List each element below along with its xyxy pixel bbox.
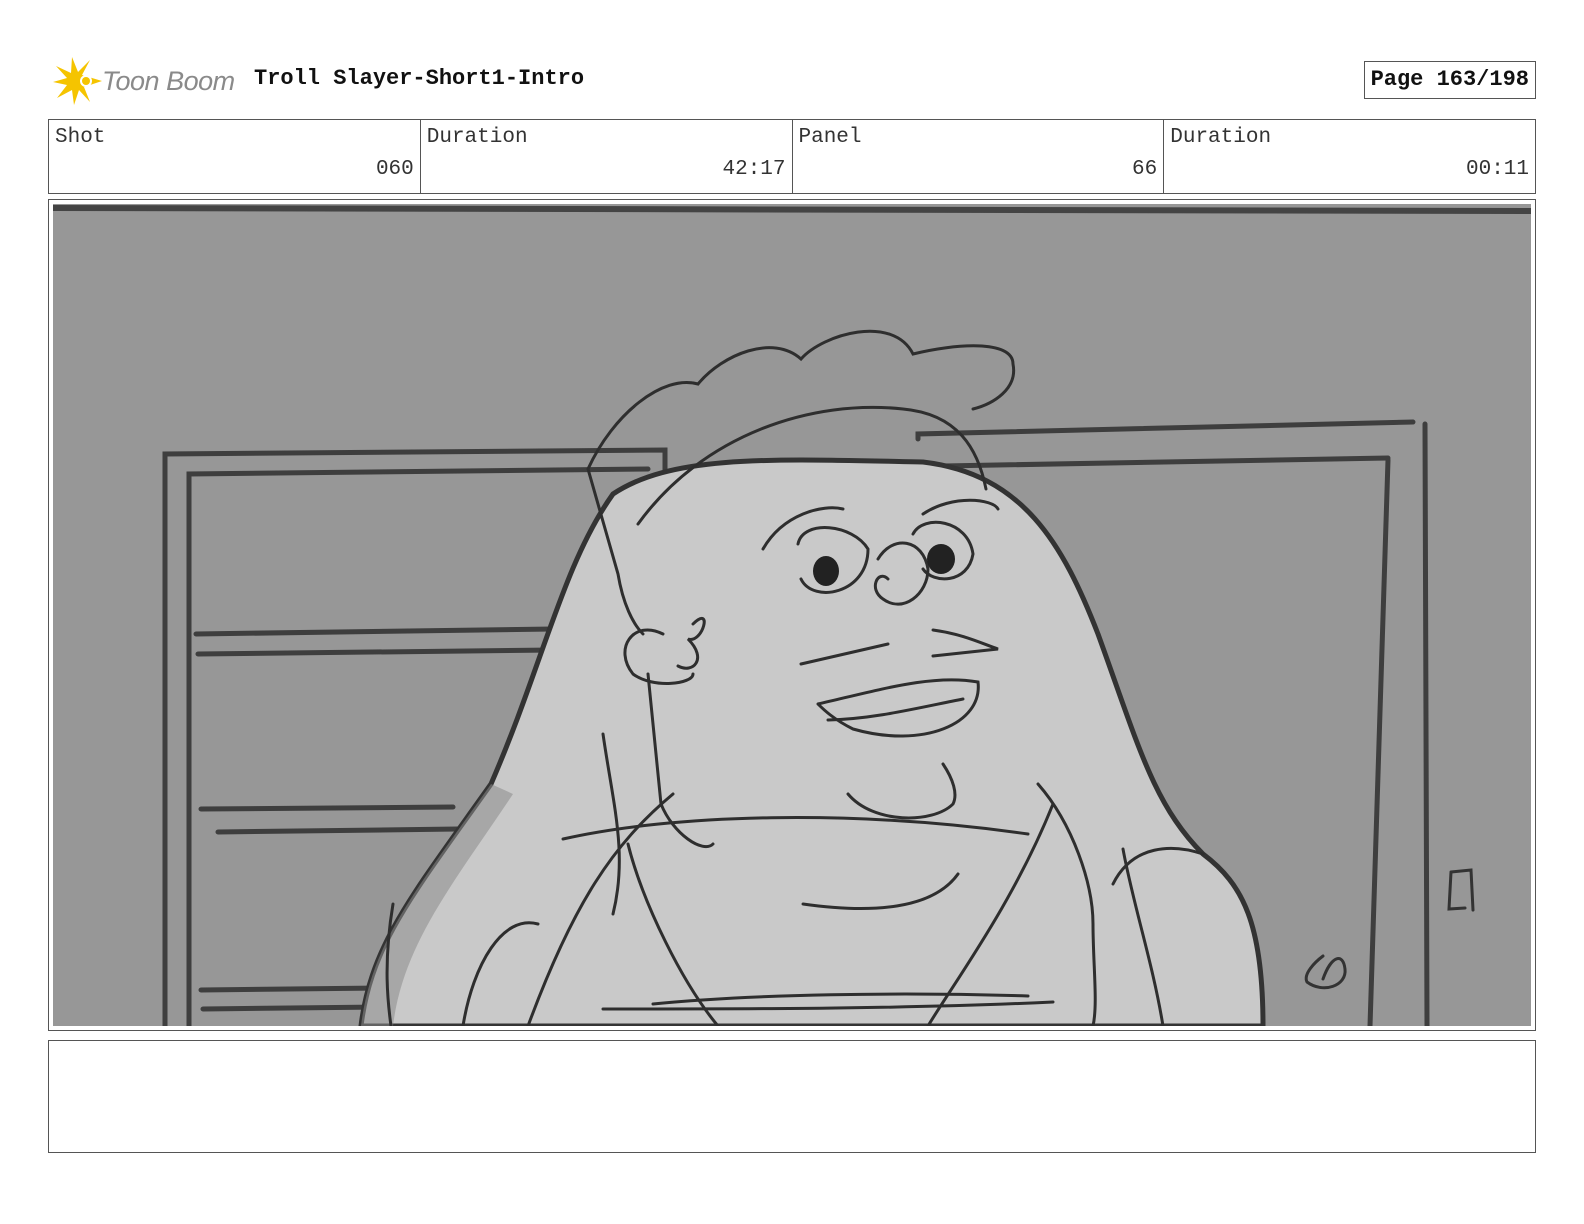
panel-top-edge	[53, 205, 1531, 214]
panel-duration-cell: Duration 00:11	[1164, 120, 1535, 193]
storyboard-panel	[48, 199, 1536, 1031]
panel-label: Panel	[798, 126, 862, 149]
shot-duration-value: 42:17	[722, 158, 786, 181]
character-right-eye	[927, 544, 955, 574]
panel-cell: Panel 66	[793, 120, 1165, 193]
logo-wordmark: Toon Boom	[102, 65, 235, 96]
panel-value: 66	[1132, 158, 1158, 181]
shot-cell: Shot 060	[49, 120, 421, 193]
starburst-icon	[53, 57, 102, 105]
panel-duration-label: Duration	[1170, 126, 1272, 149]
toon-boom-logo: Toon Boom	[52, 56, 235, 106]
shot-label: Shot	[55, 126, 106, 149]
shot-duration-label: Duration	[426, 126, 528, 149]
document-title: Troll Slayer-Short1-Intro	[254, 66, 585, 91]
panel-notes-box	[48, 1040, 1536, 1153]
page-indicator: Page 163/198	[1363, 61, 1536, 99]
character-left-eye	[813, 556, 839, 586]
panel-duration-value: 00:11	[1465, 158, 1529, 181]
storyboard-sketch-image	[53, 204, 1531, 1026]
shot-value: 060	[375, 158, 414, 181]
page-header: Toon Boom Troll Slayer-Short1-Intro Page…	[48, 52, 1536, 108]
shot-duration-cell: Duration 42:17	[421, 120, 793, 193]
shot-info-row: Shot 060 Duration 42:17 Panel 66 Duratio…	[48, 119, 1536, 194]
